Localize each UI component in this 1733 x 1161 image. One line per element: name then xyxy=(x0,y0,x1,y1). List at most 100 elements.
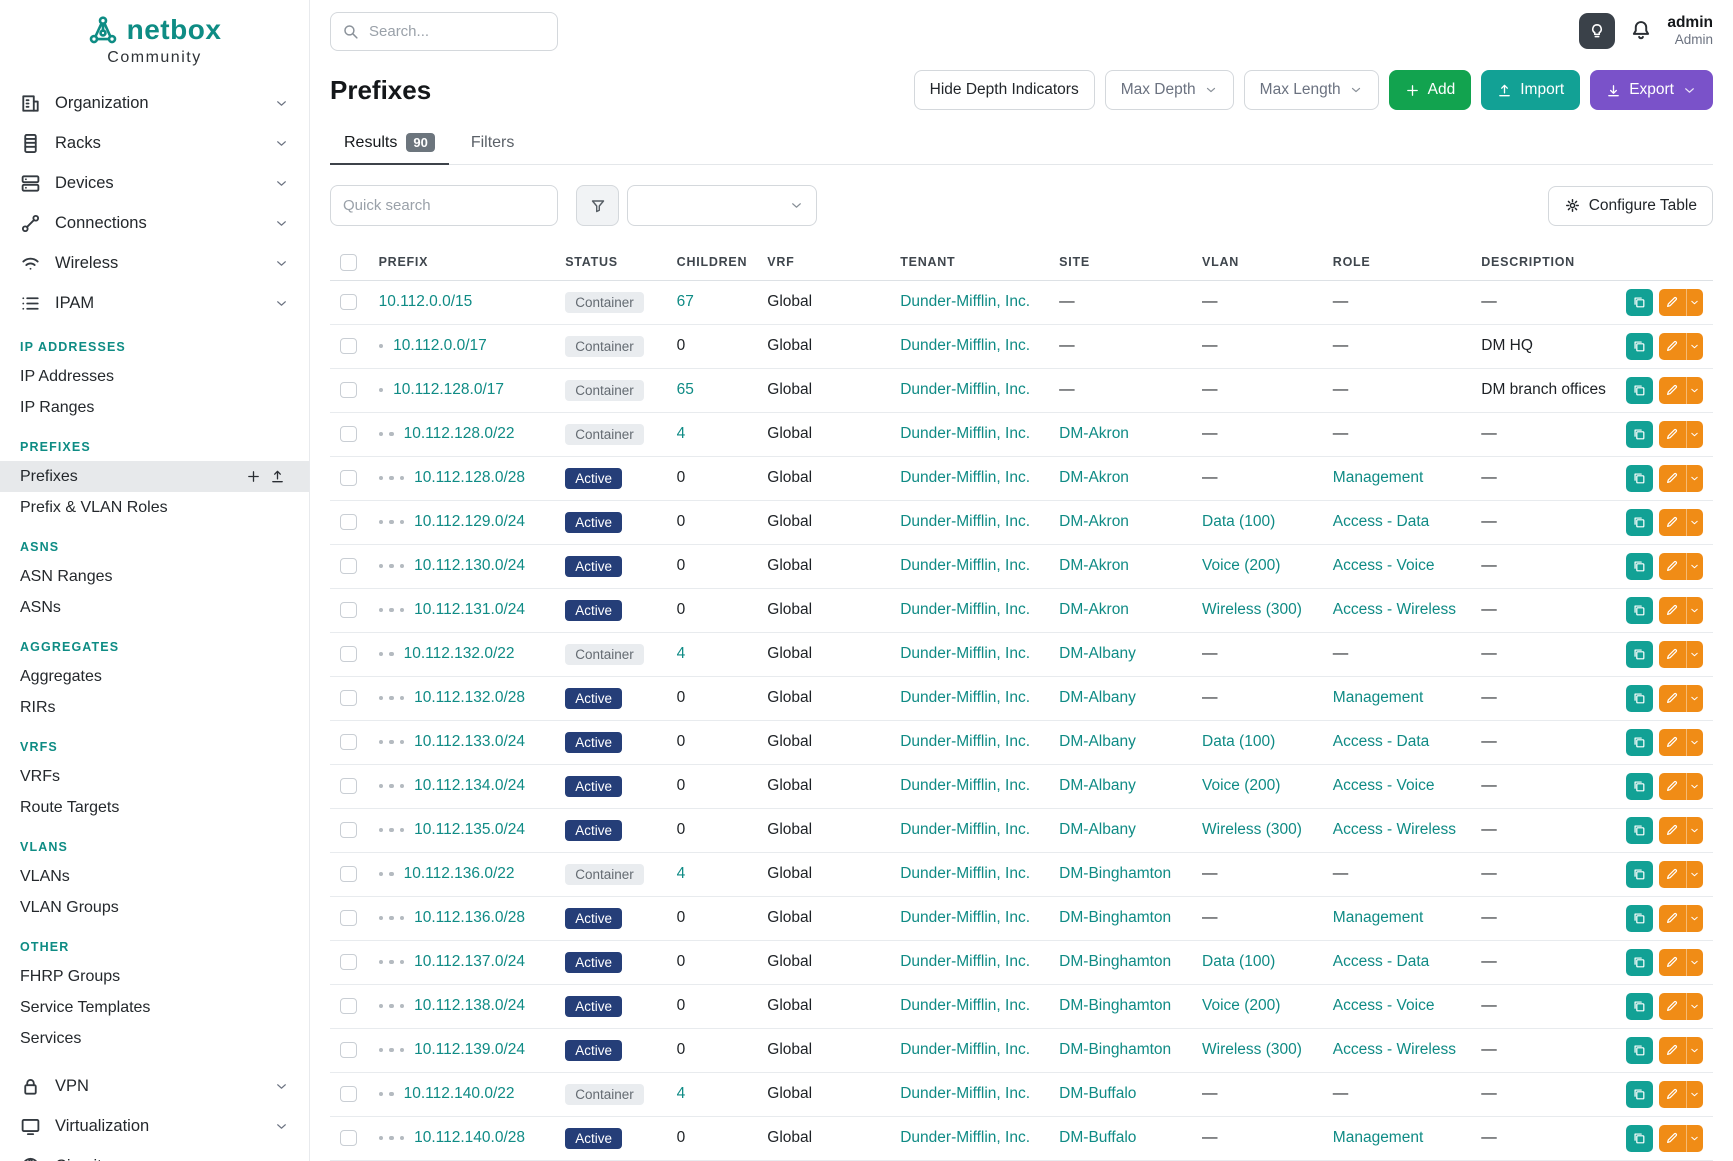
row-checkbox[interactable] xyxy=(340,822,357,839)
tenant-link[interactable]: Dunder-Mifflin, Inc. xyxy=(900,381,1030,398)
site-link[interactable]: DM-Binghamton xyxy=(1059,953,1171,970)
edit-button[interactable] xyxy=(1659,905,1686,932)
edit-dropdown-button[interactable] xyxy=(1686,861,1703,888)
tenant-link[interactable]: Dunder-Mifflin, Inc. xyxy=(900,601,1030,618)
sidebar-item-fhrp-groups[interactable]: FHRP Groups xyxy=(0,961,309,992)
site-link[interactable]: DM-Akron xyxy=(1059,513,1129,530)
site-link[interactable]: DM-Akron xyxy=(1059,557,1129,574)
sidebar-item-virtualization[interactable]: Virtualization xyxy=(0,1106,309,1146)
edit-dropdown-button[interactable] xyxy=(1686,1125,1703,1152)
edit-button[interactable] xyxy=(1659,949,1686,976)
role-link[interactable]: Management xyxy=(1333,469,1423,486)
copy-button[interactable] xyxy=(1626,597,1653,624)
sidebar-item-devices[interactable]: Devices xyxy=(0,163,309,203)
notifications-button[interactable] xyxy=(1630,19,1652,44)
edit-button[interactable] xyxy=(1659,1125,1686,1152)
tenant-link[interactable]: Dunder-Mifflin, Inc. xyxy=(900,469,1030,486)
site-link[interactable]: DM-Buffalo xyxy=(1059,1129,1136,1146)
row-checkbox[interactable] xyxy=(340,778,357,795)
copy-button[interactable] xyxy=(1626,773,1653,800)
row-checkbox[interactable] xyxy=(340,426,357,443)
edit-button[interactable] xyxy=(1659,729,1686,756)
copy-button[interactable] xyxy=(1626,289,1653,316)
prefix-link[interactable]: 10.112.128.0/17 xyxy=(393,381,504,398)
role-link[interactable]: Management xyxy=(1333,909,1423,926)
user-menu[interactable]: admin Admin xyxy=(1667,14,1713,48)
row-checkbox[interactable] xyxy=(340,1086,357,1103)
site-link[interactable]: DM-Akron xyxy=(1059,469,1129,486)
role-link[interactable]: Access - Voice xyxy=(1333,997,1435,1014)
edit-dropdown-button[interactable] xyxy=(1686,289,1703,316)
prefix-link[interactable]: 10.112.136.0/22 xyxy=(404,865,515,882)
edit-dropdown-button[interactable] xyxy=(1686,553,1703,580)
vlan-link[interactable]: Wireless (300) xyxy=(1202,821,1302,838)
edit-button[interactable] xyxy=(1659,509,1686,536)
tenant-link[interactable]: Dunder-Mifflin, Inc. xyxy=(900,645,1030,662)
tab-filters[interactable]: Filters xyxy=(457,124,529,164)
copy-button[interactable] xyxy=(1626,509,1653,536)
column-header-vlan[interactable]: VLAN xyxy=(1192,244,1323,280)
role-link[interactable]: Management xyxy=(1333,689,1423,706)
edit-dropdown-button[interactable] xyxy=(1686,949,1703,976)
prefix-link[interactable]: 10.112.134.0/24 xyxy=(414,777,525,794)
edit-dropdown-button[interactable] xyxy=(1686,729,1703,756)
site-link[interactable]: DM-Akron xyxy=(1059,601,1129,618)
prefix-link[interactable]: 10.112.138.0/24 xyxy=(414,997,525,1014)
edit-button[interactable] xyxy=(1659,465,1686,492)
copy-button[interactable] xyxy=(1626,1037,1653,1064)
prefix-link[interactable]: 10.112.0.0/17 xyxy=(393,337,487,354)
saved-filter-select[interactable] xyxy=(627,185,817,226)
prefix-link[interactable]: 10.112.130.0/24 xyxy=(414,557,525,574)
role-link[interactable]: Access - Data xyxy=(1333,733,1429,750)
vlan-link[interactable]: Wireless (300) xyxy=(1202,1041,1302,1058)
vlan-link[interactable]: Data (100) xyxy=(1202,953,1275,970)
copy-button[interactable] xyxy=(1626,333,1653,360)
edit-dropdown-button[interactable] xyxy=(1686,421,1703,448)
edit-button[interactable] xyxy=(1659,553,1686,580)
column-header-role[interactable]: ROLE xyxy=(1323,244,1471,280)
edit-button[interactable] xyxy=(1659,817,1686,844)
role-link[interactable]: Access - Data xyxy=(1333,513,1429,530)
edit-button[interactable] xyxy=(1659,333,1686,360)
edit-button[interactable] xyxy=(1659,377,1686,404)
tab-results[interactable]: Results 90 xyxy=(330,124,449,164)
row-checkbox[interactable] xyxy=(340,866,357,883)
edit-button[interactable] xyxy=(1659,597,1686,624)
sidebar-item-rirs[interactable]: RIRs xyxy=(0,692,309,723)
prefix-link[interactable]: 10.112.133.0/24 xyxy=(414,733,525,750)
sidebar-item-circuits[interactable]: Circuits xyxy=(0,1146,309,1161)
edit-button[interactable] xyxy=(1659,861,1686,888)
children-count-link[interactable]: 4 xyxy=(677,865,686,882)
site-link[interactable]: DM-Albany xyxy=(1059,733,1136,750)
role-link[interactable]: Access - Data xyxy=(1333,953,1429,970)
column-header-site[interactable]: SITE xyxy=(1049,244,1192,280)
copy-button[interactable] xyxy=(1626,905,1653,932)
hide-depth-indicators-button[interactable]: Hide Depth Indicators xyxy=(914,70,1095,110)
copy-button[interactable] xyxy=(1626,465,1653,492)
edit-dropdown-button[interactable] xyxy=(1686,641,1703,668)
edit-button[interactable] xyxy=(1659,421,1686,448)
copy-button[interactable] xyxy=(1626,729,1653,756)
prefix-link[interactable]: 10.112.132.0/28 xyxy=(414,689,525,706)
sidebar-item-ip-ranges[interactable]: IP Ranges xyxy=(0,392,309,423)
prefix-link[interactable]: 10.112.131.0/24 xyxy=(414,601,525,618)
prefix-link[interactable]: 10.112.140.0/22 xyxy=(404,1085,515,1102)
column-header-vrf[interactable]: VRF xyxy=(757,244,890,280)
tenant-link[interactable]: Dunder-Mifflin, Inc. xyxy=(900,821,1030,838)
prefix-link[interactable]: 10.112.136.0/28 xyxy=(414,909,525,926)
column-header-children[interactable]: CHILDREN xyxy=(667,244,758,280)
row-checkbox[interactable] xyxy=(340,470,357,487)
site-link[interactable]: DM-Albany xyxy=(1059,645,1136,662)
copy-button[interactable] xyxy=(1626,553,1653,580)
column-header-status[interactable]: STATUS xyxy=(555,244,666,280)
configure-table-button[interactable]: Configure Table xyxy=(1548,186,1713,226)
edit-dropdown-button[interactable] xyxy=(1686,597,1703,624)
export-button[interactable]: Export xyxy=(1590,70,1713,110)
max-depth-dropdown[interactable]: Max Depth xyxy=(1105,70,1234,110)
filter-button[interactable] xyxy=(576,185,619,226)
prefix-link[interactable]: 10.112.137.0/24 xyxy=(414,953,525,970)
edit-dropdown-button[interactable] xyxy=(1686,817,1703,844)
sidebar-item-prefixes[interactable]: Prefixes xyxy=(0,461,309,492)
row-checkbox[interactable] xyxy=(340,338,357,355)
global-search-input[interactable] xyxy=(330,12,558,51)
